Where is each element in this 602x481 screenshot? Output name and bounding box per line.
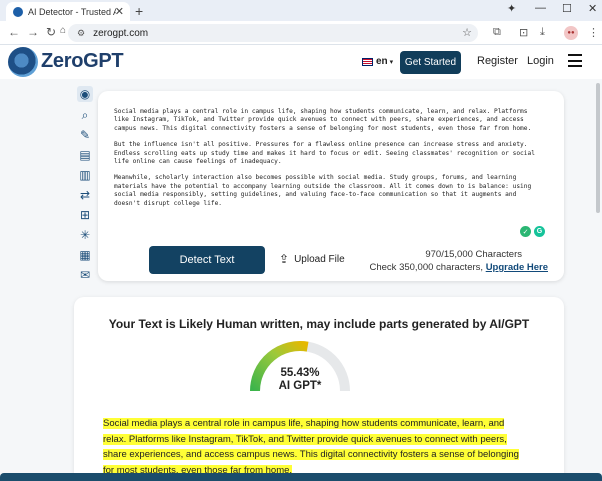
home-icon[interactable]: ◉ [77,86,93,102]
gemini-icon[interactable]: ✦ [507,2,516,15]
chevron-down-icon: ▾ [389,58,394,66]
tool-sidebar: ◉ ⌕ ✎ ▤ ▥ ⇄ ⊞ ✳ ▦ ✉ [75,86,95,288]
lightbulb-icon[interactable]: ✓ [520,226,531,237]
translate-icon[interactable]: ⇄ [78,188,92,202]
upload-file-button[interactable]: ⇪ Upload File [279,252,345,266]
result-title: Your Text is Likely Human written, may i… [108,317,530,331]
input-paragraph: Social media plays a central role in cam… [114,108,532,132]
page-scrollbar[interactable] [596,83,600,473]
site-header: ZeroGPT en ▾ Get Started Register Login [0,45,602,79]
check-limit-text: Check 350,000 characters, [369,262,486,273]
scroll-thumb[interactable] [596,83,600,213]
tab-title: AI Detector - Trusted AI Che [28,6,116,17]
forward-icon[interactable]: → [27,25,39,39]
text-input-area[interactable]: Social media plays a central role in cam… [114,108,546,216]
language-label: en [376,56,388,67]
document-icon[interactable]: ▤ [78,148,92,162]
home-nav-icon[interactable]: ⌂ [60,25,66,36]
uk-flag-icon [362,57,373,66]
new-tab-icon[interactable]: + [135,3,143,19]
extensions-icon[interactable]: ⧉ [493,26,501,39]
text-input-card: Social media plays a central role in cam… [98,91,564,281]
grammarly-icon[interactable]: G [534,226,545,237]
result-card: Your Text is Likely Human written, may i… [74,297,564,481]
gauge-readout: 55.43% AI GPT* [247,367,353,393]
upload-label: Upload File [294,253,345,265]
minimize-icon[interactable]: — [535,2,546,14]
site-info-icon[interactable]: ⚙ [77,28,85,39]
book-icon[interactable]: ▥ [78,168,92,182]
address-bar-row: ← → ↻ ⌂ ⚙ zerogpt.com ☆ ⧉ ⊡ ⤓ ●● ⋮ [0,21,602,45]
character-counter: 970/15,000 Characters Check 350,000 char… [348,248,549,274]
table-icon[interactable]: ▦ [78,248,92,262]
input-paragraph: Meanwhile, scholarly interaction also be… [114,174,532,207]
browser-tab[interactable]: AI Detector - Trusted AI Che ✕ [6,2,130,21]
url-field[interactable]: ⚙ zerogpt.com ☆ [68,24,478,42]
upgrade-link[interactable]: Upgrade Here [486,262,548,273]
register-link[interactable]: Register [477,55,518,67]
input-paragraph: But the influence isn't all positive. Pr… [114,141,535,166]
bottom-banner-edge [0,473,602,481]
ai-percentage-label: AI GPT* [278,380,322,392]
search-doc-icon[interactable]: ⌕ [78,108,92,122]
url-text: zerogpt.com [93,27,149,39]
login-link[interactable]: Login [527,55,554,67]
get-started-button[interactable]: Get Started [400,51,461,74]
browser-tab-bar: AI Detector - Trusted AI Che ✕ + ✦ — ☐ ✕ [0,0,602,21]
zerogpt-favicon-icon [13,6,23,17]
reload-icon[interactable]: ↻ [46,25,56,39]
downloads-icon[interactable]: ⤓ [540,26,545,39]
menu-dots-icon[interactable]: ⋮ [588,26,599,39]
spark-icon[interactable]: ✳ [78,228,92,242]
maximize-icon[interactable]: ☐ [562,2,572,15]
bookmark-star-icon[interactable]: ☆ [462,26,472,39]
brand-name[interactable]: ZeroGPT [41,50,124,73]
zerogpt-logo-icon[interactable] [8,47,38,77]
highlighted-result-text: Social media plays a central role in cam… [103,416,527,478]
close-window-icon[interactable]: ✕ [588,2,597,15]
grammar-tools: ✓ G [520,226,545,237]
close-tab-icon[interactable]: ✕ [115,5,124,18]
char-count-text: 970/15,000 Characters [425,249,522,260]
profile-avatar[interactable]: ●● [564,26,578,40]
ai-highlighted-span: Social media plays a central role in cam… [103,418,519,476]
pen-icon[interactable]: ✎ [78,128,92,142]
detect-text-button[interactable]: Detect Text [149,246,265,274]
ai-percentage: 55.43% [280,367,320,379]
back-icon[interactable]: ← [8,25,20,39]
grammar-icon[interactable]: ⊞ [78,208,92,222]
screenshot-icon[interactable]: ⊡ [519,26,528,39]
mail-icon[interactable]: ✉ [78,268,92,282]
upload-icon: ⇪ [279,252,290,266]
hamburger-menu-icon[interactable] [568,54,582,67]
language-selector[interactable]: en ▾ [362,56,393,67]
